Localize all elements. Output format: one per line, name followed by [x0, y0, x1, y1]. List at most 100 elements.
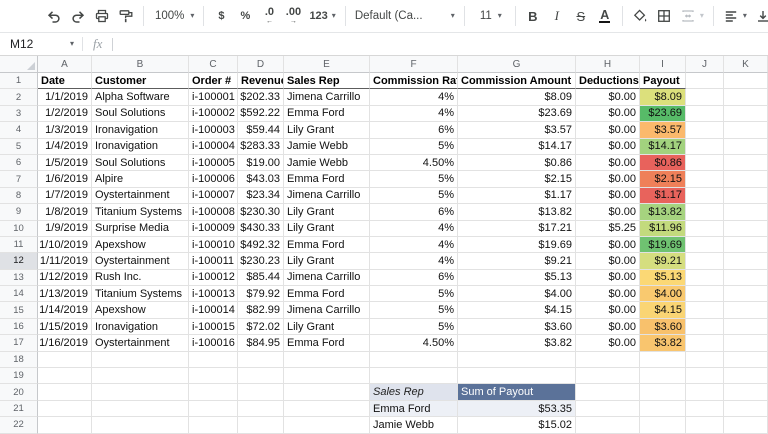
cell-B7[interactable]: Alpire [92, 171, 189, 187]
cell-B8[interactable]: Oystertainment [92, 188, 189, 204]
fill-color-button[interactable] [628, 4, 652, 28]
cell-C15[interactable]: i-100014 [189, 302, 238, 318]
cell-C10[interactable]: i-100009 [189, 221, 238, 237]
cell-J3[interactable] [686, 106, 724, 122]
cell-I13[interactable]: $5.13 [640, 270, 686, 286]
cell-C20[interactable] [189, 384, 238, 400]
cell-J5[interactable] [686, 139, 724, 155]
cell-J4[interactable] [686, 122, 724, 138]
cell-G6[interactable]: $0.86 [458, 155, 576, 171]
row-header-10[interactable]: 10 [0, 221, 38, 237]
cell-C5[interactable]: i-100004 [189, 139, 238, 155]
cell-K2[interactable] [724, 89, 768, 105]
cell-K18[interactable] [724, 352, 768, 368]
cell-F10[interactable]: 4% [370, 221, 458, 237]
cell-J18[interactable] [686, 352, 724, 368]
horizontal-align-dropdown[interactable]: ▾ [719, 4, 751, 28]
cell-B6[interactable]: Soul Solutions [92, 155, 189, 171]
cell-G18[interactable] [458, 352, 576, 368]
cell-E17[interactable]: Emma Ford [284, 335, 370, 351]
font-family-dropdown[interactable]: Default (Ca... ▾ [351, 4, 459, 28]
cell-D22[interactable] [238, 417, 284, 433]
cell-H21[interactable] [576, 401, 640, 417]
cell-B11[interactable]: Apexshow [92, 237, 189, 253]
cell-J14[interactable] [686, 286, 724, 302]
cell-K19[interactable] [724, 368, 768, 384]
name-box[interactable]: M12 ▾ [0, 37, 82, 51]
row-header-8[interactable]: 8 [0, 188, 38, 204]
cell-D2[interactable]: $202.33 [238, 89, 284, 105]
row-header-3[interactable]: 3 [0, 106, 38, 122]
cell-K4[interactable] [724, 122, 768, 138]
row-header-17[interactable]: 17 [0, 335, 38, 351]
cell-D3[interactable]: $592.22 [238, 106, 284, 122]
print-button[interactable] [90, 4, 114, 28]
cell-B12[interactable]: Oystertainment [92, 253, 189, 269]
cell-C8[interactable]: i-100007 [189, 188, 238, 204]
pivot-row-value[interactable]: $53.35 [458, 401, 576, 417]
cell-G19[interactable] [458, 368, 576, 384]
cell-G5[interactable]: $14.17 [458, 139, 576, 155]
cell-I6[interactable]: $0.86 [640, 155, 686, 171]
cell-G10[interactable]: $17.21 [458, 221, 576, 237]
cell-E20[interactable] [284, 384, 370, 400]
cell-J1[interactable] [686, 73, 724, 89]
column-header-K[interactable]: K [724, 56, 768, 73]
cell-C13[interactable]: i-100012 [189, 270, 238, 286]
cell-F15[interactable]: 5% [370, 302, 458, 318]
cell-D14[interactable]: $79.92 [238, 286, 284, 302]
cell-F16[interactable]: 5% [370, 319, 458, 335]
cell-I9[interactable]: $13.82 [640, 204, 686, 220]
cell-K11[interactable] [724, 237, 768, 253]
row-header-13[interactable]: 13 [0, 270, 38, 286]
cell-A15[interactable]: 1/14/2019 [38, 302, 92, 318]
cell-D6[interactable]: $19.00 [238, 155, 284, 171]
cell-B1[interactable]: Customer [92, 73, 189, 89]
cell-K17[interactable] [724, 335, 768, 351]
cell-J13[interactable] [686, 270, 724, 286]
cell-H7[interactable]: $0.00 [576, 171, 640, 187]
cell-G17[interactable]: $3.82 [458, 335, 576, 351]
cell-E14[interactable]: Emma Ford [284, 286, 370, 302]
cell-F17[interactable]: 4.50% [370, 335, 458, 351]
cell-H3[interactable]: $0.00 [576, 106, 640, 122]
cell-B20[interactable] [92, 384, 189, 400]
cell-B16[interactable]: Ironavigation [92, 319, 189, 335]
cell-C4[interactable]: i-100003 [189, 122, 238, 138]
cell-I22[interactable] [640, 417, 686, 433]
cell-B15[interactable]: Apexshow [92, 302, 189, 318]
cell-I7[interactable]: $2.15 [640, 171, 686, 187]
cell-A14[interactable]: 1/13/2019 [38, 286, 92, 302]
row-header-2[interactable]: 2 [0, 89, 38, 105]
format-currency-button[interactable]: $ [209, 4, 233, 28]
cell-H13[interactable]: $0.00 [576, 270, 640, 286]
cell-D12[interactable]: $230.23 [238, 253, 284, 269]
cell-J9[interactable] [686, 204, 724, 220]
row-header-9[interactable]: 9 [0, 204, 38, 220]
cell-J2[interactable] [686, 89, 724, 105]
cell-K15[interactable] [724, 302, 768, 318]
cell-C11[interactable]: i-100010 [189, 237, 238, 253]
cell-A13[interactable]: 1/12/2019 [38, 270, 92, 286]
cell-G16[interactable]: $3.60 [458, 319, 576, 335]
cell-B17[interactable]: Oystertainment [92, 335, 189, 351]
cell-E7[interactable]: Emma Ford [284, 171, 370, 187]
row-header-12[interactable]: 12 [0, 253, 38, 269]
cell-H11[interactable]: $0.00 [576, 237, 640, 253]
cell-H19[interactable] [576, 368, 640, 384]
row-header-21[interactable]: 21 [0, 401, 38, 417]
vertical-align-dropdown[interactable]: ▾ [751, 4, 768, 28]
cell-B14[interactable]: Titanium Systems [92, 286, 189, 302]
cell-B21[interactable] [92, 401, 189, 417]
cell-K10[interactable] [724, 221, 768, 237]
cell-B10[interactable]: Surprise Media [92, 221, 189, 237]
cell-G3[interactable]: $23.69 [458, 106, 576, 122]
redo-button[interactable] [66, 4, 90, 28]
cell-I3[interactable]: $23.69 [640, 106, 686, 122]
cell-I5[interactable]: $14.17 [640, 139, 686, 155]
cell-I8[interactable]: $1.17 [640, 188, 686, 204]
cell-G12[interactable]: $9.21 [458, 253, 576, 269]
cell-F8[interactable]: 5% [370, 188, 458, 204]
column-header-J[interactable]: J [686, 56, 724, 73]
cell-G4[interactable]: $3.57 [458, 122, 576, 138]
